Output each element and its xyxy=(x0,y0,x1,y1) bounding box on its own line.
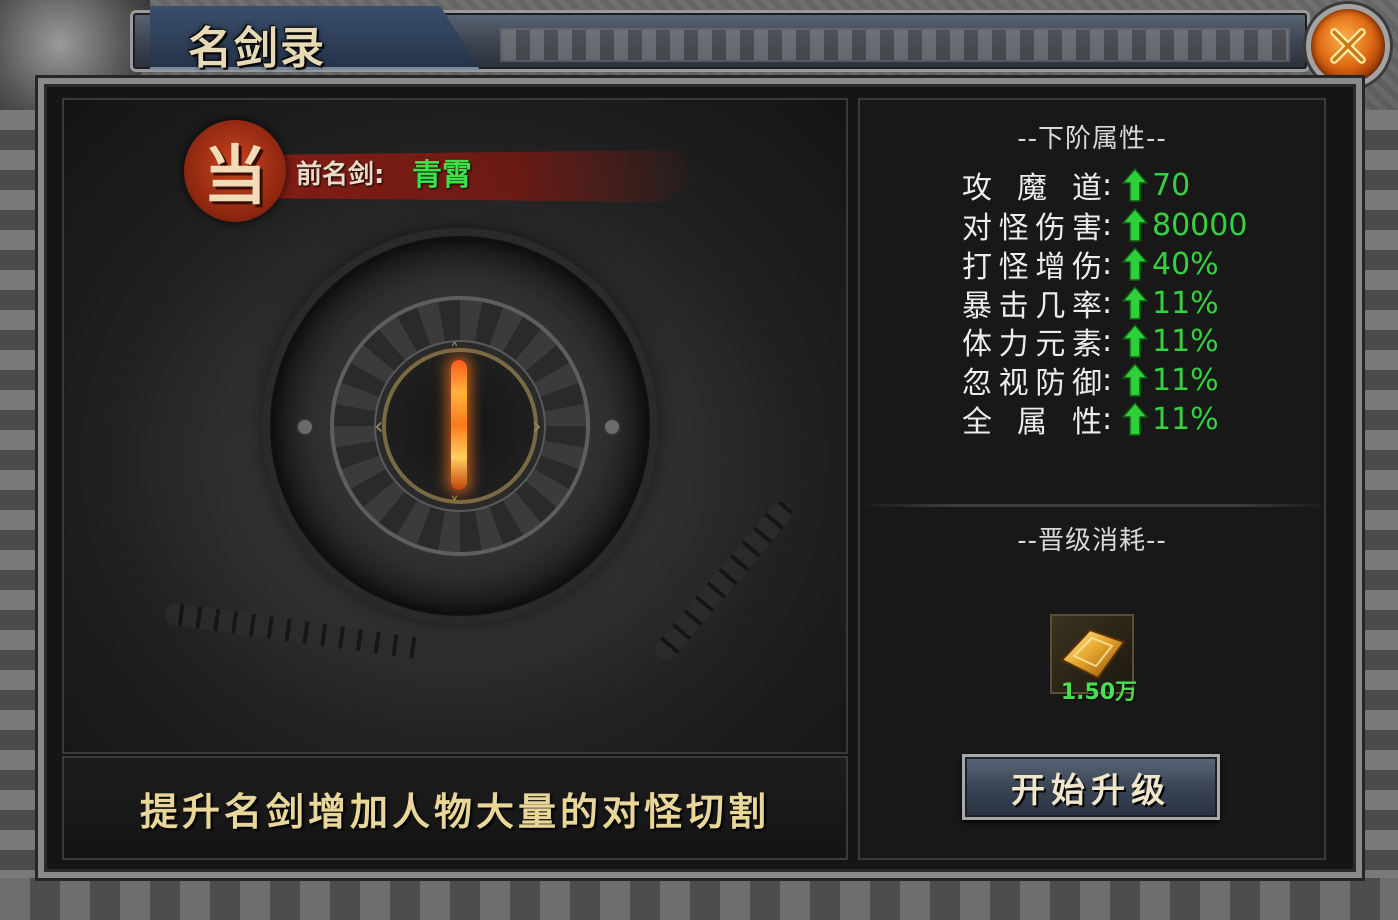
stat-value: 11% xyxy=(1152,323,1219,359)
stat-colon: : xyxy=(1102,246,1113,282)
ring-knob-left xyxy=(296,418,314,436)
upgrade-cost-heading: --晋级消耗-- xyxy=(1017,526,1167,556)
attributes-panel: --下阶属性-- 攻魔道 : 70 对怪伤害 : 80000 打怪增伤 : 40… xyxy=(858,98,1326,860)
description-text: 提升名剑增加人物大量的对怪切割 xyxy=(139,789,770,834)
stat-colon: : xyxy=(1102,207,1113,243)
stat-row: 攻魔道 : 70 xyxy=(962,166,1191,207)
frame-left-border xyxy=(0,110,38,880)
ring-arrow-left-icon: ‹ xyxy=(374,412,384,440)
up-arrow-icon xyxy=(1122,402,1148,436)
stat-value: 70 xyxy=(1152,167,1191,203)
close-button[interactable] xyxy=(1306,4,1390,88)
stat-colon: : xyxy=(1102,285,1113,321)
up-arrow-icon xyxy=(1122,363,1148,397)
stat-value: 11% xyxy=(1152,401,1219,437)
stat-colon: : xyxy=(1102,323,1113,359)
stat-row: 体力元素 : 11% xyxy=(962,322,1219,363)
stat-row: 全属性 : 11% xyxy=(962,400,1219,441)
stat-row: 暴击几率 : 11% xyxy=(962,284,1219,325)
stat-row: 打怪增伤 : 40% xyxy=(962,245,1219,286)
section-divider xyxy=(866,504,1322,507)
stat-label: 全属性 xyxy=(962,405,1102,440)
frame-bottom-border xyxy=(0,878,1398,920)
description-bar: 提升名剑增加人物大量的对怪切割 xyxy=(62,756,848,860)
start-upgrade-label: 开始升级 xyxy=(1011,770,1171,811)
up-arrow-icon xyxy=(1122,208,1148,242)
stat-value: 80000 xyxy=(1152,207,1248,243)
flaming-sword-icon xyxy=(451,360,467,490)
start-upgrade-button[interactable]: 开始升级 xyxy=(962,754,1220,820)
stat-label: 体力元素 xyxy=(962,327,1102,362)
stat-row: 对怪伤害 : 80000 xyxy=(962,206,1248,247)
current-seal: 当 xyxy=(184,120,286,222)
cost-quantity: 1.50万 xyxy=(1060,680,1138,705)
stat-value: 11% xyxy=(1152,362,1219,398)
stat-colon: : xyxy=(1102,362,1113,398)
seal-character: 当 xyxy=(203,140,267,214)
next-stage-heading: --下阶属性-- xyxy=(1017,124,1167,154)
stat-colon: : xyxy=(1102,167,1113,203)
stat-colon: : xyxy=(1102,401,1113,437)
ring-arrow-right-icon: › xyxy=(532,412,542,440)
stat-label: 对怪伤害 xyxy=(962,211,1102,246)
stat-row: 忽视防御 : 11% xyxy=(962,361,1219,402)
frame-right-border xyxy=(1362,110,1398,880)
ring-knob-right xyxy=(603,418,621,436)
close-x-icon xyxy=(1330,28,1366,64)
stat-value: 40% xyxy=(1152,246,1219,282)
current-sword-name: 青霄 xyxy=(412,158,472,193)
up-arrow-icon xyxy=(1122,286,1148,320)
title-bar-pattern xyxy=(500,28,1290,62)
window-title: 名剑录 xyxy=(188,23,326,74)
ring-arrow-down-icon: ˅ xyxy=(450,494,459,515)
stat-label: 打怪增伤 xyxy=(962,250,1102,285)
ring-arrow-up-icon: ˄ xyxy=(450,340,459,361)
stat-label: 忽视防御 xyxy=(962,366,1102,401)
up-arrow-icon xyxy=(1122,168,1148,202)
current-sword-label: 前名剑: xyxy=(296,160,385,190)
up-arrow-icon xyxy=(1122,324,1148,358)
stat-value: 11% xyxy=(1152,285,1219,321)
up-arrow-icon xyxy=(1122,247,1148,281)
stat-label: 攻魔道 xyxy=(962,171,1102,206)
